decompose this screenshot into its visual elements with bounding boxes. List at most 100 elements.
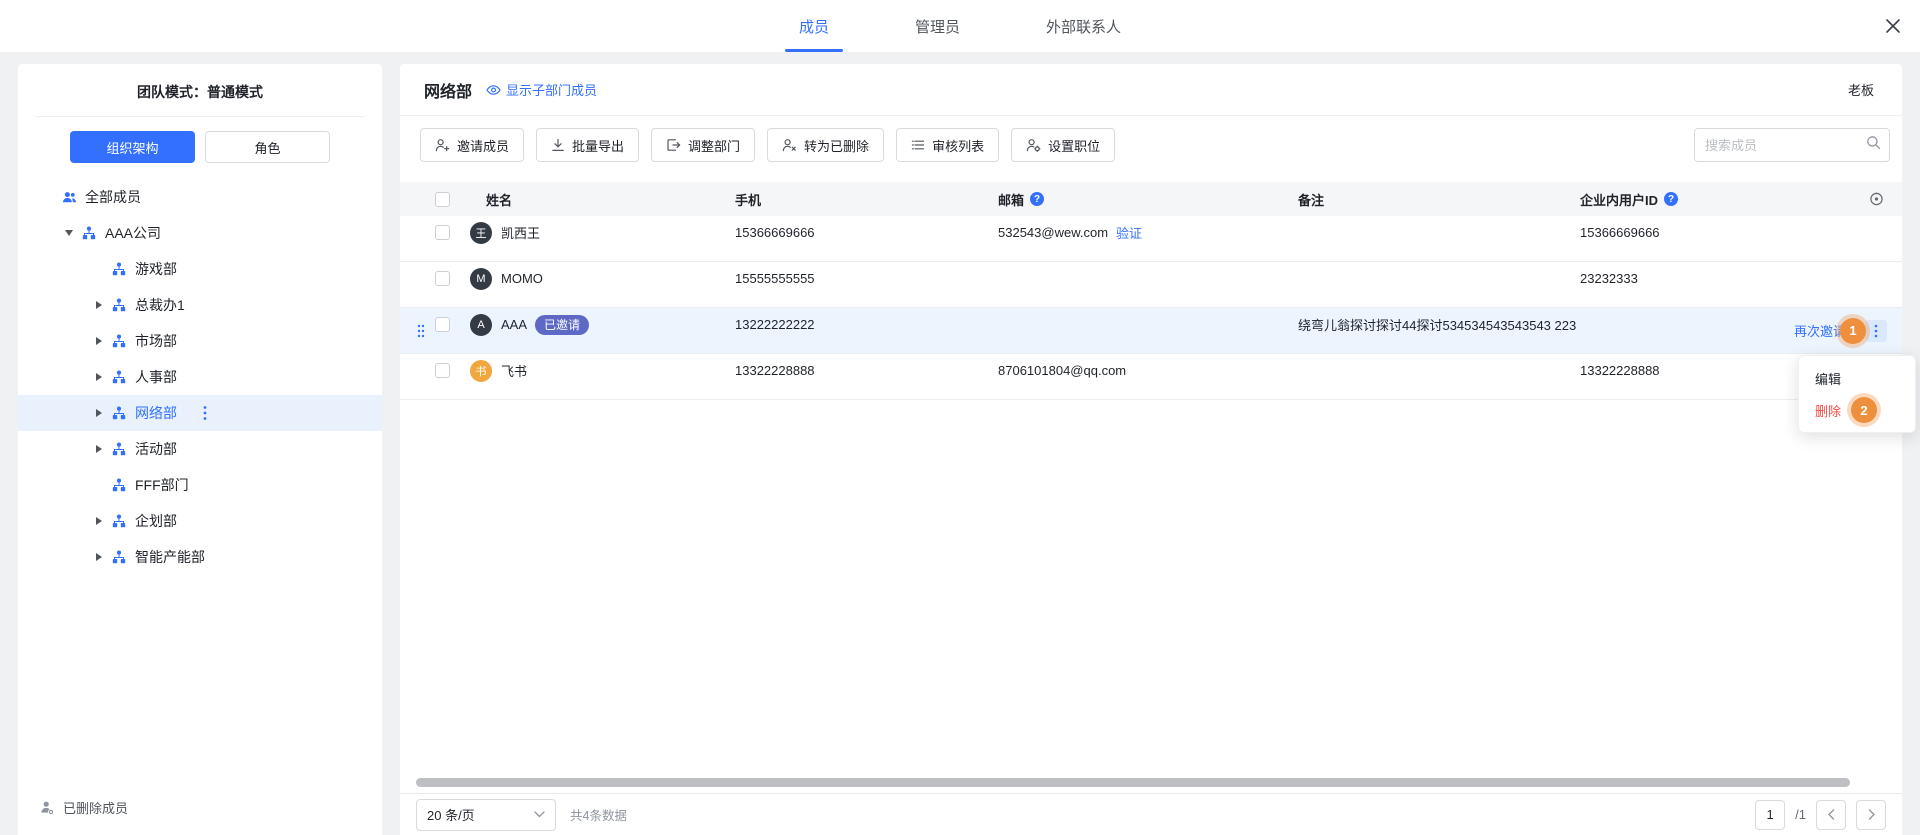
current-page-box[interactable]: 1 [1755,800,1785,830]
department-icon [112,406,127,421]
more-icon [1874,324,1878,338]
phone-cell: 13322228888 [735,363,998,378]
prev-page-button[interactable] [1816,800,1846,830]
row-checkbox[interactable] [435,317,450,332]
column-settings-icon[interactable] [1869,192,1884,207]
org-structure-button[interactable]: 组织架构 [70,131,195,163]
select-all-checkbox[interactable] [435,192,450,207]
name-cell: 书 飞书 [470,360,735,382]
total-pages-label: /1 [1795,807,1806,822]
more-icon[interactable] [203,405,207,421]
help-icon[interactable]: ? [1664,192,1678,206]
remark-cell: 绕弯儿翁探讨探讨44探讨534534543543543 223 [1298,315,1580,334]
caret-right-icon[interactable] [92,301,106,309]
delete-label: 删除 [1815,401,1841,420]
page-size-select[interactable]: 20 条/页 [416,799,556,831]
set-position-button[interactable]: 设置职位 [1011,128,1115,162]
show-sub-dept-label: 显示子部门成员 [506,80,597,99]
members-panel: 网络部 显示子部门成员 老板 邀请成员 批量导出 调整部门 转为已删除 [400,64,1902,835]
tree-item-smart-capacity-dept[interactable]: 智能产能部 [18,539,382,575]
tree-item-label: 智能产能部 [135,547,205,567]
department-icon [112,550,127,565]
menu-item-edit[interactable]: 编辑 [1799,362,1915,394]
row-more-button[interactable] [1865,320,1887,342]
top-tabs: 成员 管理员 外部联系人 [785,0,1135,52]
batch-export-button[interactable]: 批量导出 [536,128,639,162]
verify-email-link[interactable]: 验证 [1116,223,1142,242]
department-icon [112,334,127,349]
tree-item-label: 活动部 [135,439,177,459]
person-gear-icon [1026,138,1041,152]
move-to-deleted-button[interactable]: 转为已删除 [767,128,884,162]
email-cell: 8706101804@qq.com [998,363,1298,378]
department-icon [82,226,97,241]
member-search [1694,128,1890,162]
caret-right-icon[interactable] [92,337,106,345]
eye-icon [486,84,501,96]
tree-item-activity-dept[interactable]: 活动部 [18,431,382,467]
review-list-button[interactable]: 审核列表 [896,128,999,162]
table-row[interactable]: 书 飞书 13322228888 8706101804@qq.com 13322… [400,354,1902,400]
reinvite-link[interactable]: 再次邀请 [1794,321,1846,340]
tab-admins[interactable]: 管理员 [901,0,974,52]
caret-right-icon[interactable] [92,445,106,453]
total-count-label: 共4条数据 [570,805,627,824]
phone-cell: 15555555555 [735,271,998,286]
chevron-left-icon [1828,809,1835,820]
row-checkbox[interactable] [435,363,450,378]
tree-item-all-members[interactable]: 全部成员 [18,179,382,215]
tab-members[interactable]: 成员 [785,0,843,52]
show-sub-dept-link[interactable]: 显示子部门成员 [486,80,597,99]
row-checkbox[interactable] [435,271,450,286]
drag-handle-icon[interactable] [417,323,425,338]
user-id-cell: 23232333 [1580,271,1882,286]
tab-external-contacts[interactable]: 外部联系人 [1032,0,1135,52]
menu-item-delete[interactable]: 删除 2 [1799,394,1915,426]
caret-right-icon[interactable] [92,373,106,381]
owner-label[interactable]: 老板 [1848,80,1874,99]
tree-item-company[interactable]: AAA公司 [18,215,382,251]
person-plus-icon [435,138,450,152]
next-page-button[interactable] [1856,800,1886,830]
adjust-department-button[interactable]: 调整部门 [651,128,755,162]
table-row[interactable]: M MOMO 15555555555 23232333 [400,262,1902,308]
name-cell: 王 凯西王 [470,222,735,244]
dept-header: 网络部 显示子部门成员 老板 [400,64,1902,116]
table-row[interactable]: 王 凯西王 15366669666 532543@wew.com 验证 1536… [400,216,1902,262]
deleted-person-icon [40,800,55,815]
caret-right-icon[interactable] [92,553,106,561]
tree-item-ceo-office[interactable]: 总裁办1 [18,287,382,323]
tree-item-games-dept[interactable]: 游戏部 [18,251,382,287]
avatar: A [470,314,492,336]
table-row-selected[interactable]: A AAA 已邀请 13222222222 绕弯儿翁探讨探讨44探讨534534… [400,308,1902,354]
deleted-members-entry[interactable]: 已删除成员 [18,780,382,835]
table-footer: 20 条/页 共4条数据 1 /1 [400,793,1902,835]
help-icon[interactable]: ? [1030,192,1044,206]
tree-item-fff-dept[interactable]: FFF部门 [18,467,382,503]
caret-right-icon[interactable] [92,409,106,417]
horizontal-scrollbar[interactable] [416,778,1850,787]
batch-export-label: 批量导出 [572,136,624,155]
avatar: M [470,268,492,290]
member-name: 凯西王 [501,223,540,242]
org-sidebar: 团队模式：普通模式 组织架构 角色 全部成员 AAA公司 [18,64,382,835]
search-input[interactable] [1694,128,1890,162]
close-icon[interactable] [1882,15,1904,37]
caret-right-icon[interactable] [92,517,106,525]
invite-member-button[interactable]: 邀请成员 [420,128,524,162]
column-header-email: 邮箱 ? [998,190,1298,209]
tree-item-label: 市场部 [135,331,177,351]
list-icon [911,138,925,152]
dept-title: 网络部 [424,78,472,102]
row-checkbox[interactable] [435,225,450,240]
role-button[interactable]: 角色 [205,131,330,163]
tree-item-network-dept[interactable]: 网络部 [18,395,382,431]
tree-item-planning-dept[interactable]: 企划部 [18,503,382,539]
content-area: 团队模式：普通模式 组织架构 角色 全部成员 AAA公司 [18,64,1902,835]
tree-item-marketing-dept[interactable]: 市场部 [18,323,382,359]
person-x-icon [782,138,797,152]
tree-item-hr-dept[interactable]: 人事部 [18,359,382,395]
tree-item-label: 企划部 [135,511,177,531]
caret-down-icon[interactable] [62,230,76,236]
download-icon [551,138,565,152]
